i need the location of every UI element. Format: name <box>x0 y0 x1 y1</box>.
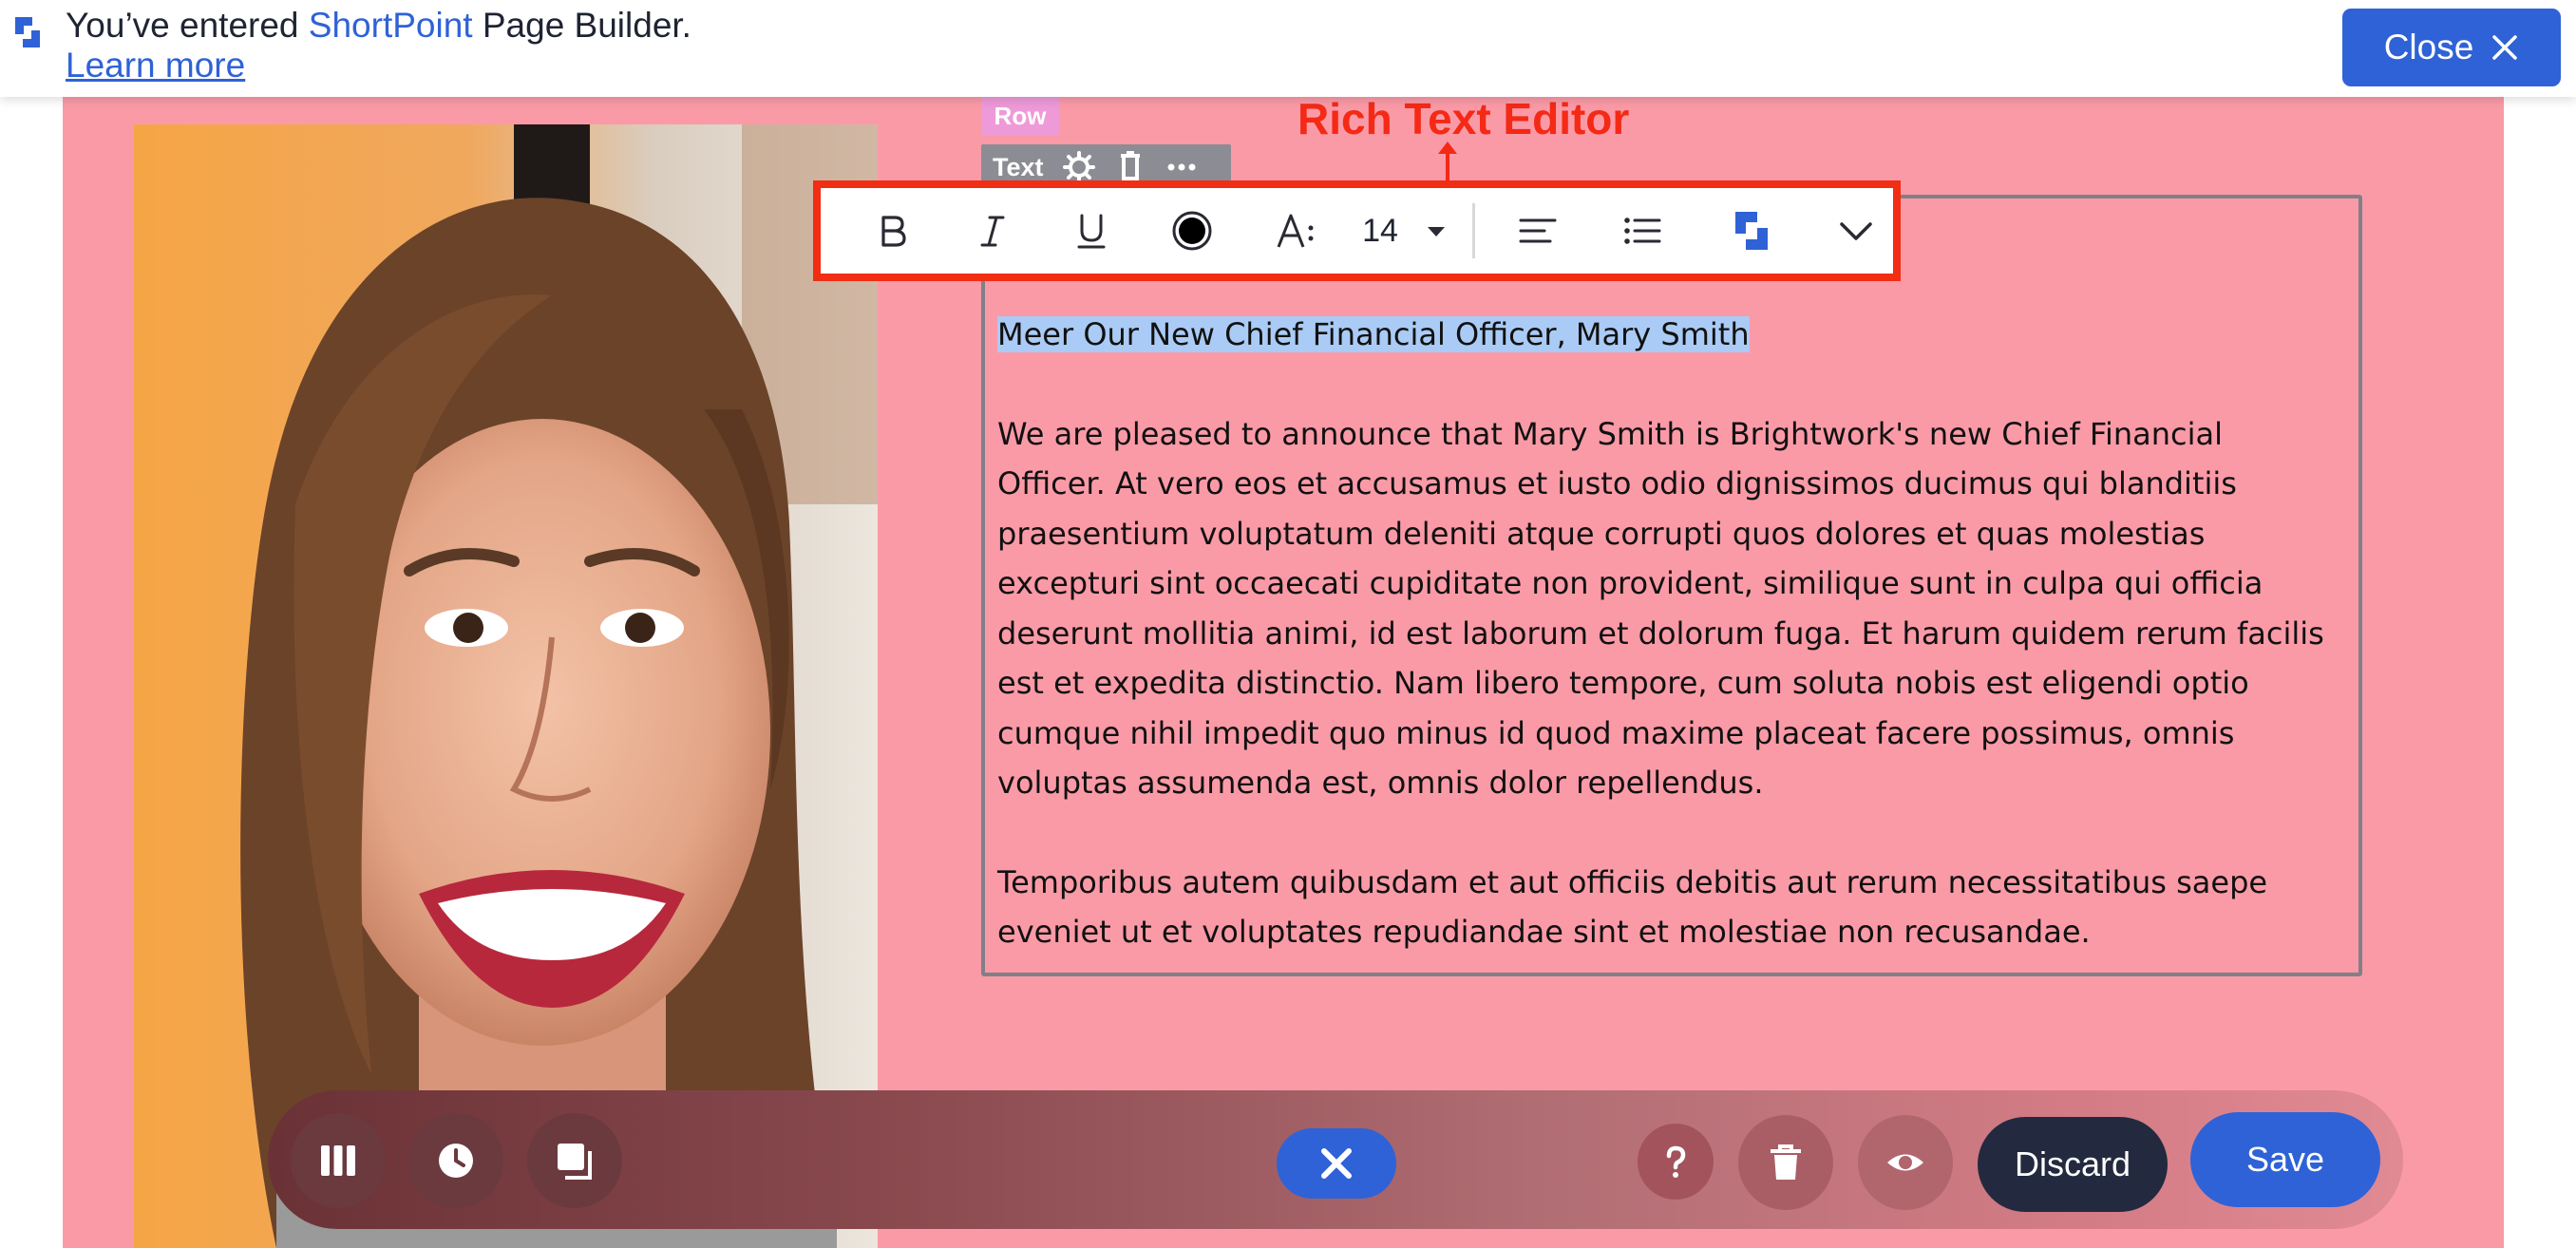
font-style-icon <box>1277 214 1314 248</box>
save-button[interactable]: Save <box>2190 1112 2380 1207</box>
paragraph-one[interactable]: We are pleased to announce that Mary Smi… <box>997 409 2337 808</box>
underline-icon <box>1077 214 1106 249</box>
bold-button[interactable] <box>859 188 925 274</box>
row-label[interactable]: Row <box>981 97 1059 135</box>
paragraph-two[interactable]: Temporibus autem quibusdam et aut offici… <box>997 858 2337 957</box>
delete-button[interactable] <box>1738 1115 1833 1210</box>
text-color-button[interactable] <box>1159 188 1225 274</box>
more-options-button[interactable] <box>1823 188 1889 274</box>
columns-icon <box>321 1145 355 1176</box>
banner-text-suffix: Page Builder. <box>472 6 691 45</box>
close-editor-button[interactable] <box>1277 1128 1396 1199</box>
history-button[interactable] <box>408 1113 503 1208</box>
layers-icon <box>558 1144 592 1180</box>
banner-message: You’ve entered ShortPoint Page Builder. … <box>66 6 730 85</box>
close-button[interactable]: Close <box>2342 9 2561 86</box>
profile-photo <box>134 124 878 1248</box>
font-size-dropdown[interactable]: 14 <box>1353 188 1457 274</box>
italic-button[interactable] <box>959 188 1026 274</box>
close-icon <box>2492 35 2518 60</box>
banner-brand: ShortPoint <box>308 6 473 45</box>
italic-icon <box>980 216 1005 247</box>
gear-icon[interactable] <box>1062 151 1095 183</box>
rich-text-content[interactable]: Meer Our New Chief Financial Officer, Ma… <box>997 310 2337 957</box>
chevron-down-icon <box>1427 227 1445 236</box>
builder-banner: You’ve entered ShortPoint Page Builder. … <box>0 0 2576 97</box>
layers-button[interactable] <box>527 1113 622 1208</box>
history-icon <box>439 1144 473 1178</box>
close-icon <box>1321 1148 1352 1179</box>
more-icon[interactable] <box>1165 151 1198 183</box>
trash-icon <box>1771 1144 1801 1180</box>
learn-more-link[interactable]: Learn more <box>66 46 245 85</box>
shortpoint-logo-icon <box>15 17 40 47</box>
annotation-arrow-icon <box>1438 142 1457 184</box>
text-color-icon <box>1172 211 1212 251</box>
toolbar-divider <box>1472 203 1475 258</box>
font-size-value: 14 <box>1362 212 1398 249</box>
shortpoint-logo-icon <box>1735 212 1768 250</box>
underline-button[interactable] <box>1058 188 1125 274</box>
duplicate-icon[interactable] <box>1114 151 1146 183</box>
bullet-list-icon <box>1624 217 1661 244</box>
list-button[interactable] <box>1609 188 1676 274</box>
text-label-text: Text <box>993 152 1044 181</box>
rich-text-editor-annotation: Rich Text Editor <box>1297 94 1630 143</box>
discard-button[interactable]: Discard <box>1978 1117 2168 1212</box>
selected-heading[interactable]: Meer Our New Chief Financial Officer, Ma… <box>997 316 1750 352</box>
banner-text-prefix: You’ve entered <box>66 6 309 45</box>
preview-eye-icon <box>1887 1154 1923 1171</box>
chevron-down-icon <box>1840 222 1872 240</box>
font-style-button[interactable] <box>1263 188 1330 274</box>
align-button[interactable] <box>1505 188 1571 274</box>
align-left-icon <box>1519 218 1557 243</box>
close-button-label: Close <box>2383 28 2474 66</box>
help-button[interactable] <box>1638 1124 1714 1200</box>
preview-button[interactable] <box>1858 1115 1953 1210</box>
rich-text-toolbar: 14 <box>813 180 1901 281</box>
help-icon <box>1666 1145 1686 1178</box>
columns-button[interactable] <box>291 1113 386 1208</box>
bold-icon <box>881 216 906 247</box>
shortpoint-button[interactable] <box>1718 188 1785 274</box>
